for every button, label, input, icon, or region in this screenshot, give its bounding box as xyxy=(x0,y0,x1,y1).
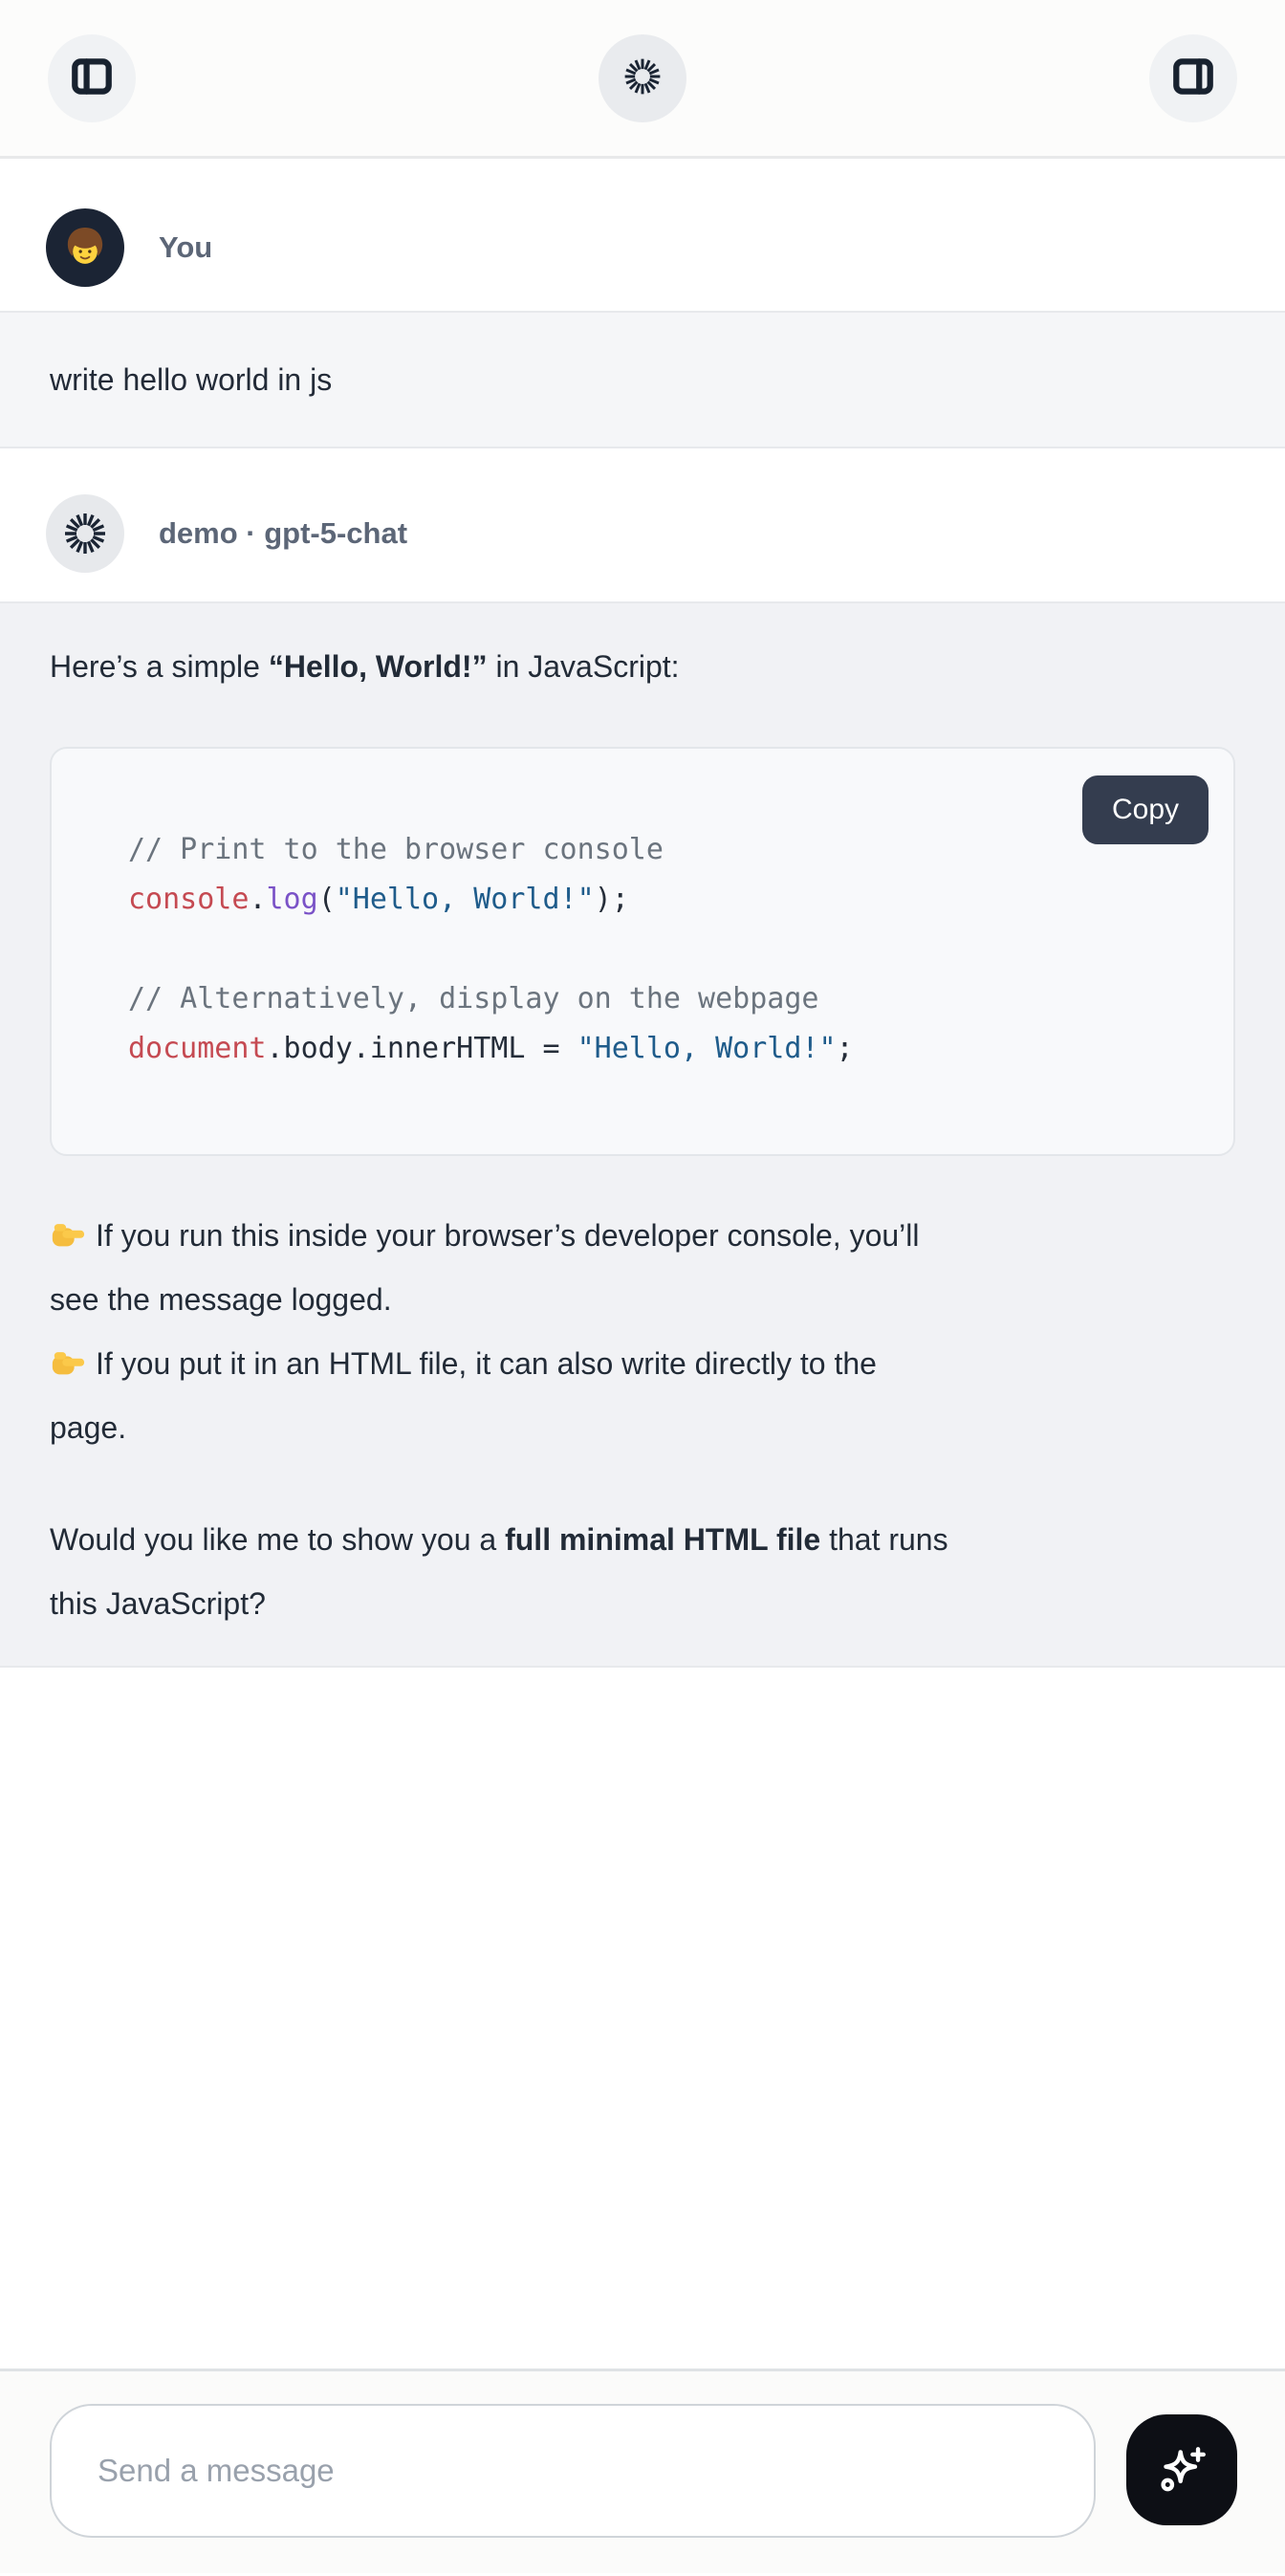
code-block: Copy // Print to the browser console con… xyxy=(50,747,1235,1156)
spinner-icon xyxy=(622,56,663,99)
code-line: // Alternatively, display on the webpage xyxy=(128,974,1195,1024)
tip: If you put it in an HTML file, it can al… xyxy=(50,1332,1235,1460)
code-line-blank xyxy=(128,925,1195,974)
spinner-icon xyxy=(62,511,108,557)
assistant-avatar xyxy=(46,494,124,573)
user-message-text: write hello world in js xyxy=(50,362,332,398)
topbar xyxy=(0,0,1285,159)
user-message-header: You xyxy=(0,159,1285,311)
message-input[interactable] xyxy=(50,2404,1096,2538)
code-line: // Print to the browser console xyxy=(128,825,1195,875)
assistant-message: Here’s a simple “Hello, World!” in JavaS… xyxy=(0,601,1285,1668)
tip-text: If you put it in an HTML file, it can al… xyxy=(50,1346,877,1445)
panel-left-icon xyxy=(68,53,116,103)
code-line: document.body.innerHTML = "Hello, World!… xyxy=(128,1024,1195,1074)
sparkles-icon xyxy=(1152,2440,1211,2500)
assistant-tips: If you run this inside your browser’s de… xyxy=(50,1204,1235,1460)
logo-spinner-button[interactable] xyxy=(599,34,686,122)
code-line: console.log("Hello, World!"); xyxy=(128,875,1195,925)
send-button[interactable] xyxy=(1126,2414,1237,2525)
tip-text: If you run this inside your browser’s de… xyxy=(50,1218,919,1317)
assistant-message-header: demo · gpt-5-chat xyxy=(0,448,1285,601)
composer xyxy=(0,2369,1285,2573)
tip: If you run this inside your browser’s de… xyxy=(50,1204,1235,1332)
user-name: You xyxy=(159,230,212,265)
conversation-empty-space xyxy=(0,1668,1285,2369)
person-emoji-icon xyxy=(57,220,113,275)
user-avatar xyxy=(46,208,124,287)
user-message: write hello world in js xyxy=(0,311,1285,448)
panel-toggle-right-button[interactable] xyxy=(1149,34,1237,122)
panel-right-icon xyxy=(1169,53,1217,103)
model-name: demo · gpt-5-chat xyxy=(159,516,407,551)
assistant-question: Would you like me to show you a full min… xyxy=(50,1508,1235,1636)
point-right-icon xyxy=(50,1216,86,1253)
copy-button[interactable]: Copy xyxy=(1082,775,1209,844)
assistant-intro: Here’s a simple “Hello, World!” in JavaS… xyxy=(50,636,1235,697)
point-right-icon xyxy=(50,1344,86,1381)
sidebar-toggle-button[interactable] xyxy=(48,34,136,122)
